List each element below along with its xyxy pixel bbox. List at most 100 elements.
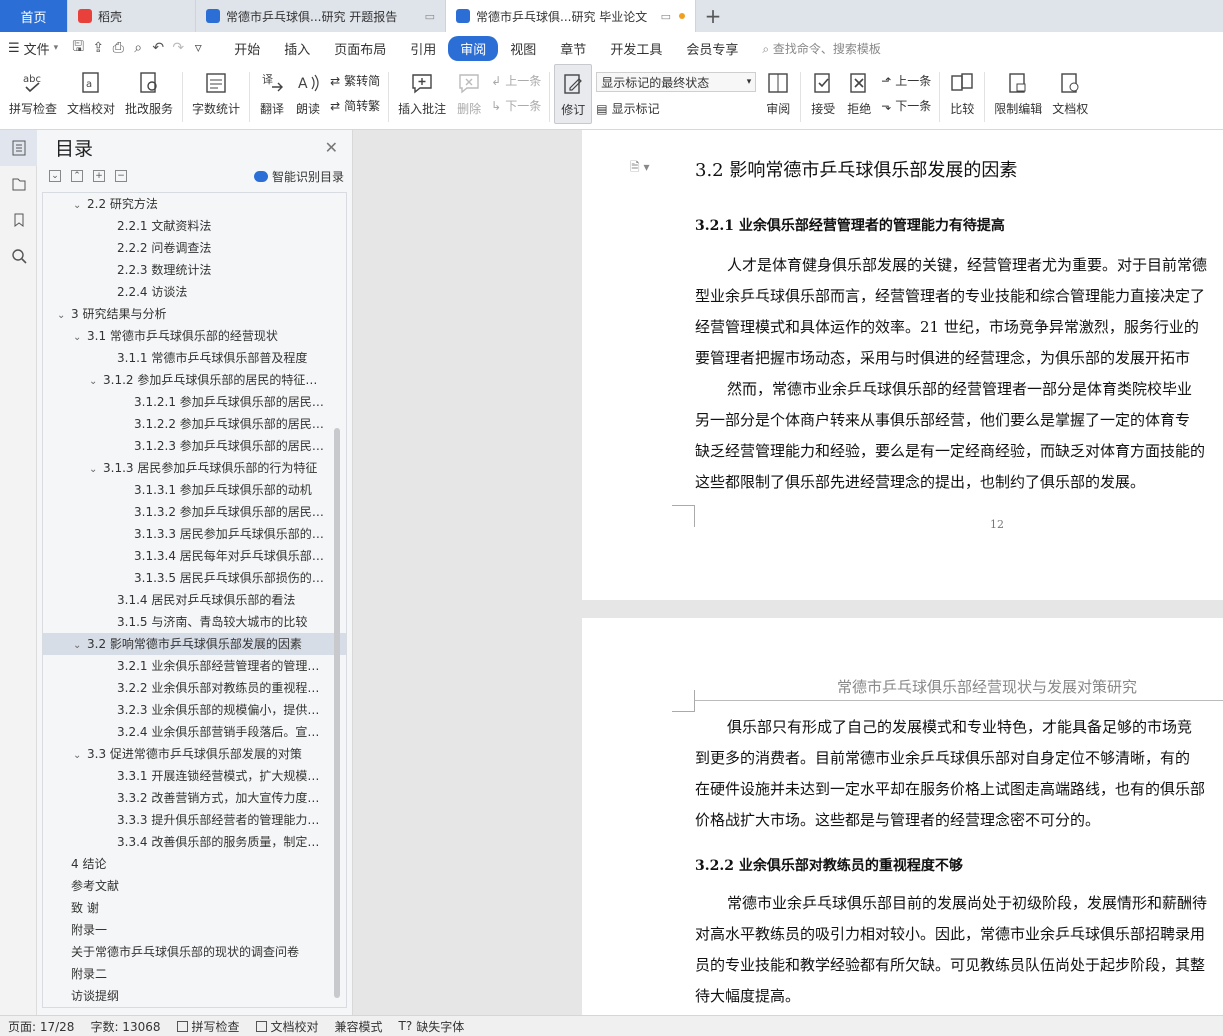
toc-item[interactable]: 3.1.5 与济南、青岛较大城市的比较 [43,611,346,633]
word-count-indicator[interactable]: 字数: 13068 [90,1018,160,1035]
command-search[interactable]: ⌕ 查找命令、搜索模板 [762,40,881,57]
toc-item[interactable]: 2.2.3 数理统计法 [43,259,346,281]
toc-item[interactable]: 3.1.2.2 参加乒乓球俱乐部的居民的职业分布 [43,413,346,435]
chevron-down-icon[interactable]: ⌄ [73,195,87,215]
collapse-all-icon[interactable]: ⌄ [49,170,61,182]
toc-item[interactable]: 附录一 [43,919,346,941]
toc-item[interactable]: 3.3.1 开展连锁经营模式，扩大规模效应 [43,765,346,787]
toc-item[interactable]: 3.2.4 业余俱乐部营销手段落后。宣传力度不够 [43,721,346,743]
toc-item[interactable]: ⌄ 3.1.2 参加乒乓球俱乐部的居民的特征分析 [43,369,346,391]
toc-item[interactable]: 3.1.2.3 参加乒乓球俱乐部的居民来源 [43,435,346,457]
tab-home[interactable]: 首页 [0,0,68,32]
prev-comment-button[interactable]: ↲ 上一条 [491,72,541,89]
track-changes-button[interactable]: 修订 [554,64,593,124]
add-tab-button[interactable]: + [696,0,730,32]
toc-item[interactable]: ⌄ 3.2 影响常德市乒乓球俱乐部发展的因素 [43,633,346,655]
delete-comment-button[interactable]: 删除 [451,64,487,124]
translate-button[interactable]: 译 翻译 [254,64,290,124]
toc-item[interactable]: 4 结论 [43,853,346,875]
compat-mode-indicator[interactable]: 兼容模式 [335,1018,383,1035]
customize-icon[interactable]: ▿ [188,38,208,58]
toc-item[interactable]: 3.2.3 业余俱乐部的规模偏小，提供的服务项目少 [43,699,346,721]
tab-thesis[interactable]: 常德市乒乓球俱...研究 毕业论文 ▭ [446,0,696,32]
toc-item[interactable]: ⌄ 3.1.3 居民参加乒乓球俱乐部的行为特征 [43,457,346,479]
show-markup-button[interactable]: ▤ 显示标记 [596,100,756,117]
add-level-icon[interactable]: + [93,170,105,182]
toc-scrollbar[interactable] [334,428,340,998]
toc-pane-icon[interactable] [0,130,37,166]
prev-change-button[interactable]: ⬏ 上一条 [881,72,931,89]
missing-font-indicator[interactable]: T? 缺失字体 [399,1018,465,1035]
toc-item[interactable]: 访谈提纲 [43,985,346,1007]
reject-button[interactable]: 拒绝 [841,64,877,124]
monitor-icon[interactable]: ▭ [425,10,435,23]
toc-item[interactable]: ⌄ 3 研究结果与分析 [43,303,346,325]
next-comment-button[interactable]: ↳ 下一条 [491,97,541,114]
smart-toc-button[interactable]: 智能识别目录 [253,168,344,185]
next-change-button[interactable]: ⬎ 下一条 [881,97,931,114]
word-count-button[interactable]: 字数统计 [187,64,245,124]
tab-proposal[interactable]: 常德市乒乓球俱...研究 开题报告 ▭ [196,0,446,32]
doc-proof-toggle[interactable]: 文档校对 [255,1018,319,1035]
menu-view[interactable]: 视图 [498,36,548,61]
tab-daoke[interactable]: 稻壳 [68,0,196,32]
toc-item[interactable]: 3.3.2 改善营销方式，加大宣传力度，提高知名度 [43,787,346,809]
toc-item[interactable]: 3.1.2.1 参加乒乓球俱乐部的居民年龄分布 [43,391,346,413]
save-icon[interactable]: 🖫 [68,38,88,58]
spell-check-toggle[interactable]: 拼写检查 [176,1018,240,1035]
toc-item[interactable]: 2.2.4 访谈法 [43,281,346,303]
chapter-nav-icon[interactable] [0,166,37,202]
toc-item[interactable]: ⌄ 3.3 促进常德市乒乓球俱乐部发展的对策 [43,743,346,765]
undo-icon[interactable]: ↶ [148,38,168,58]
search-icon[interactable] [0,238,37,274]
read-aloud-button[interactable]: A 朗读 [290,64,326,124]
export-icon[interactable]: ⇪ [88,38,108,58]
remove-level-icon[interactable]: − [115,170,127,182]
file-menu[interactable]: ☰ 文件 ▾ [8,39,58,58]
toc-item[interactable]: 3.1.3.5 居民乒乓球俱乐部损伤的统计 [43,567,346,589]
redo-icon[interactable]: ↷ [168,38,188,58]
menu-layout[interactable]: 页面布局 [322,36,398,61]
menu-start[interactable]: 开始 [222,36,272,61]
toc-item[interactable]: ⌄ 2.2 研究方法 [43,193,346,215]
menu-section[interactable]: 章节 [548,36,598,61]
chevron-down-icon[interactable]: ⌄ [89,371,103,391]
review-pane-button[interactable]: 审阅 [760,64,796,124]
chevron-down-icon[interactable]: ⌄ [73,745,87,765]
toc-item[interactable]: 3.1.3.1 参加乒乓球俱乐部的动机 [43,479,346,501]
toc-item[interactable]: 3.2.1 业余俱乐部经营管理者的管理能力有待提高 [43,655,346,677]
close-icon[interactable]: ✕ [325,138,338,157]
menu-developer[interactable]: 开发工具 [598,36,674,61]
menu-member[interactable]: 会员专享 [674,36,750,61]
restrict-edit-button[interactable]: 限制编辑 [989,64,1047,124]
trad-to-simp-button[interactable]: ⇄ 繁转简 [330,72,380,89]
toc-item[interactable]: 3.1.4 居民对乒乓球俱乐部的看法 [43,589,346,611]
chevron-down-icon[interactable]: ⌄ [89,459,103,479]
compare-button[interactable]: 比较 [944,64,980,124]
menu-insert[interactable]: 插入 [272,36,322,61]
chevron-down-icon[interactable]: ⌄ [73,635,87,655]
print-preview-icon[interactable]: ⌕ [128,38,148,58]
toc-item[interactable]: ⌄ 3.1 常德市乒乓球俱乐部的经营现状 [43,325,346,347]
toc-item[interactable]: 致 谢 [43,897,346,919]
menu-reference[interactable]: 引用 [398,36,448,61]
paragraph-tool-icon[interactable]: 🗎 ▾ [630,158,650,179]
toc-item[interactable]: 关于常德市乒乓球俱乐部的现状的调查问卷 [43,941,346,963]
doc-permission-button[interactable]: 文档权 [1047,64,1093,124]
toc-item[interactable]: 3.1.1 常德市乒乓球俱乐部普及程度 [43,347,346,369]
menu-review[interactable]: 审阅 [448,35,499,61]
monitor-icon[interactable]: ▭ [661,10,671,23]
toc-item[interactable]: 3.3.3 提升俱乐部经营者的管理能力，完善管理 [43,809,346,831]
toc-item[interactable]: 3.1.3.3 居民参加乒乓球俱乐部的频率统计 [43,523,346,545]
markup-state-select[interactable]: 显示标记的最终状态 ▾ [596,72,757,92]
doc-proof-button[interactable]: a 文档校对 [62,64,120,124]
annotate-service-button[interactable]: 批改服务 [120,64,178,124]
print-icon[interactable]: ⎙ [108,38,128,58]
toc-item[interactable]: 3.1.3.4 居民每年对乒乓球俱乐部的消费 [43,545,346,567]
bookmark-icon[interactable] [0,202,37,238]
insert-comment-button[interactable]: 插入批注 [393,64,451,124]
simp-to-trad-button[interactable]: ⇄ 简转繁 [330,97,380,114]
accept-button[interactable]: 接受 [805,64,841,124]
toc-item[interactable]: 2.2.1 文献资料法 [43,215,346,237]
toc-item[interactable]: 附录二 [43,963,346,985]
